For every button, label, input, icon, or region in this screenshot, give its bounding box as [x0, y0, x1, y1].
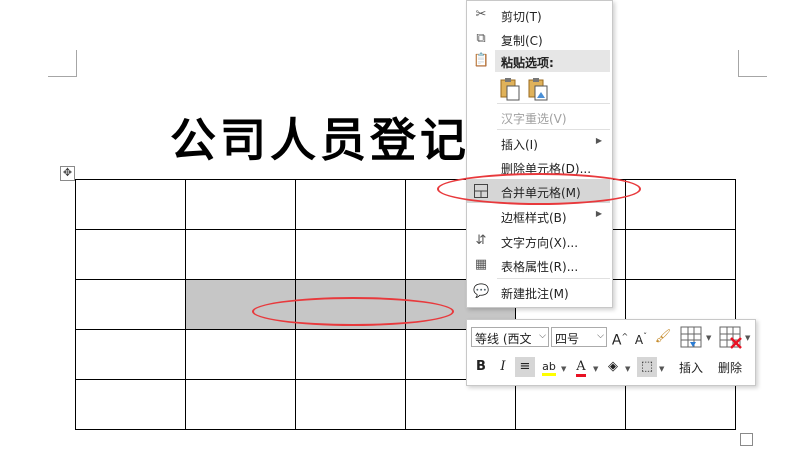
font-color-button[interactable]: A: [571, 357, 591, 377]
menu-item-copy[interactable]: ⧉ 复制(C): [467, 27, 610, 51]
font-name-combo[interactable]: 等线 (西文 ⌵: [471, 327, 549, 347]
font-size-combo[interactable]: 四号 ⌵: [551, 327, 607, 347]
menu-item-cut[interactable]: ✂ 剪切(T): [467, 3, 610, 27]
delete-label[interactable]: 删除: [718, 359, 742, 376]
chevron-down-icon[interactable]: ▼: [659, 365, 664, 373]
grow-font-button[interactable]: A^: [610, 327, 630, 349]
annotation-ellipse-selection: [252, 297, 454, 326]
shrink-font-icon: A: [634, 333, 644, 347]
table-cell[interactable]: [625, 179, 736, 230]
table-cell[interactable]: [185, 329, 296, 380]
table-cell[interactable]: [625, 379, 736, 430]
menu-item-label: 新建批注(M): [501, 287, 569, 301]
menu-item-text-direction[interactable]: ⇵ 文字方向(X)...: [467, 229, 610, 253]
paste-keep-format-icon: [500, 78, 520, 101]
table-cell[interactable]: [625, 229, 736, 280]
new-comment-icon: 💬: [473, 284, 490, 299]
paste-keep-format-button[interactable]: [499, 77, 521, 101]
page-corner-mark-left: [48, 50, 77, 77]
chevron-down-icon[interactable]: ▼: [745, 334, 750, 342]
menu-item-border-style[interactable]: 边框样式(B) ▶: [467, 204, 610, 228]
bold-icon: B: [476, 359, 486, 374]
table-cell[interactable]: [295, 179, 406, 230]
paste-picture-button[interactable]: [527, 77, 549, 101]
table-cell[interactable]: [295, 229, 406, 280]
table-cell[interactable]: [515, 379, 626, 430]
borders-button[interactable]: ⬚: [637, 357, 657, 377]
copy-icon: ⧉: [476, 31, 486, 46]
italic-button[interactable]: I: [493, 357, 513, 377]
table-cell[interactable]: [295, 329, 406, 380]
table-resize-handle[interactable]: [740, 433, 753, 446]
delete-table-button[interactable]: [719, 326, 745, 352]
menu-item-label: 复制(C): [501, 34, 543, 48]
menu-separator: [497, 278, 610, 279]
insert-table-icon: [680, 326, 702, 348]
table-cell[interactable]: [75, 279, 186, 330]
italic-icon: I: [500, 359, 506, 374]
table-properties-icon: ▦: [474, 257, 488, 272]
chevron-down-icon: ⌵: [539, 331, 546, 341]
chevron-down-icon[interactable]: ▼: [593, 365, 598, 373]
font-size-value: 四号: [555, 332, 580, 346]
scissors-icon: ✂: [475, 7, 487, 22]
table-cell[interactable]: [185, 229, 296, 280]
menu-item-label: 汉字重选(V): [501, 112, 567, 126]
table-move-handle-icon[interactable]: ✥: [60, 166, 75, 181]
table-cell[interactable]: [295, 379, 406, 430]
table-cell[interactable]: [75, 229, 186, 280]
mini-toolbar: 等线 (西文 ⌵ 四号 ⌵ A^ Aˇ 🖌 B I ≡ ab ▼ A ▼ ◈ ▼…: [466, 319, 756, 386]
font-color-icon: A: [576, 359, 586, 377]
insert-label[interactable]: 插入: [679, 359, 703, 376]
table-cell[interactable]: [75, 379, 186, 430]
grow-font-icon: A: [611, 332, 622, 349]
submenu-arrow-icon: ▶: [595, 209, 602, 218]
page-corner-mark-right: [738, 50, 767, 77]
menu-item-label: 粘贴选项:: [501, 56, 554, 70]
submenu-arrow-icon: ▶: [595, 136, 602, 145]
table-cell[interactable]: [75, 329, 186, 380]
menu-item-label: 边框样式(B): [501, 211, 567, 225]
shrink-font-button[interactable]: Aˇ: [631, 327, 651, 347]
font-name-value: 等线 (西文: [475, 332, 532, 346]
menu-item-table-properties[interactable]: ▦ 表格属性(R)...: [467, 253, 610, 277]
table-cell[interactable]: [185, 379, 296, 430]
menu-separator: [497, 103, 610, 104]
borders-icon: ⬚: [640, 359, 654, 374]
menu-item-label: 剪切(T): [501, 10, 542, 24]
menu-item-label: 文字方向(X)...: [501, 236, 579, 250]
center-align-button[interactable]: ≡: [515, 357, 535, 377]
chevron-down-icon[interactable]: ▼: [706, 334, 711, 342]
highlight-icon: ab: [542, 360, 556, 376]
paste-options-header: 粘贴选项:: [495, 50, 610, 72]
menu-item-hanzi-reselect[interactable]: 汉字重选(V): [467, 105, 610, 129]
table-row: [75, 379, 736, 430]
menu-separator: [497, 129, 610, 130]
paint-bucket-icon: ◈: [608, 359, 618, 374]
chevron-down-icon[interactable]: ▼: [625, 365, 630, 373]
center-align-icon: ≡: [519, 359, 531, 374]
context-menu: ✂ 剪切(T) ⧉ 复制(C) 📋 粘贴选项: 汉字重选(V) 插入(I) ▶ …: [466, 0, 613, 308]
table-row: [75, 229, 736, 280]
format-painter-icon: 🖌: [654, 329, 672, 344]
paste-icon: 📋: [473, 53, 490, 68]
shading-button[interactable]: ◈: [603, 357, 623, 377]
menu-item-label: 表格属性(R)...: [501, 260, 579, 274]
highlight-button[interactable]: ab: [539, 357, 559, 377]
annotation-ellipse-merge: [437, 173, 641, 205]
table-cell[interactable]: [185, 179, 296, 230]
bold-button[interactable]: B: [471, 357, 491, 377]
delete-table-icon: [719, 326, 742, 349]
menu-item-label: 插入(I): [501, 138, 538, 152]
menu-item-insert[interactable]: 插入(I) ▶: [467, 131, 610, 155]
paste-picture-icon: [528, 78, 548, 101]
menu-item-new-comment[interactable]: 💬 新建批注(M): [467, 280, 610, 304]
text-direction-icon: ⇵: [475, 233, 487, 248]
table-cell[interactable]: [75, 179, 186, 230]
format-painter-button[interactable]: 🖌: [653, 327, 673, 347]
chevron-down-icon[interactable]: ▼: [561, 365, 566, 373]
table-cell[interactable]: [405, 379, 516, 430]
chevron-down-icon: ⌵: [597, 331, 604, 341]
insert-table-button[interactable]: [680, 326, 706, 352]
